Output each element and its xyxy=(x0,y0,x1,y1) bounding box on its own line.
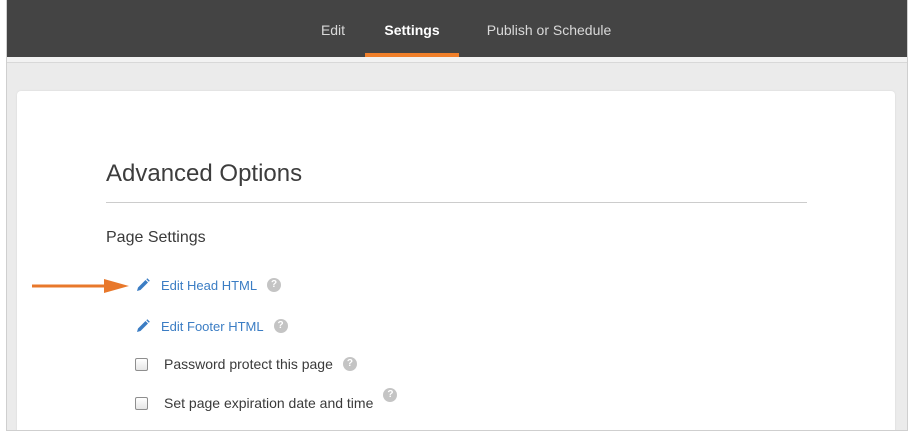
help-icon[interactable]: ? xyxy=(273,319,288,333)
pencil-icon xyxy=(137,278,150,291)
password-protect-label: Password protect this page xyxy=(164,356,333,372)
page-title: Advanced Options xyxy=(106,160,303,187)
pencil-icon xyxy=(137,319,150,332)
page-expiration-row: Set page expiration date and time ? xyxy=(135,388,398,411)
page-expiration-label: Set page expiration date and time xyxy=(164,395,374,411)
advanced-options-card: Advanced Options Page Settings Edit Head… xyxy=(17,91,895,430)
title-divider xyxy=(106,202,807,203)
help-icon[interactable]: ? xyxy=(342,357,357,371)
orange-arrow-icon xyxy=(32,279,129,293)
tab-settings[interactable]: Settings xyxy=(365,0,459,57)
top-nav-bar: Edit Settings Publish or Schedule xyxy=(7,0,907,57)
edit-head-html-link[interactable]: Edit Head HTML xyxy=(161,278,257,293)
page-expiration-checkbox[interactable] xyxy=(135,396,148,410)
edit-footer-html-link[interactable]: Edit Footer HTML xyxy=(161,319,264,334)
help-icon[interactable]: ? xyxy=(267,278,282,292)
password-protect-row: Password protect this page ? xyxy=(135,356,357,372)
tab-edit[interactable]: Edit xyxy=(303,0,363,57)
edit-footer-html-row: Edit Footer HTML ? xyxy=(135,318,288,334)
password-protect-checkbox[interactable] xyxy=(135,357,148,371)
help-icon[interactable]: ? xyxy=(383,388,398,402)
app-frame: Edit Settings Publish or Schedule Advanc… xyxy=(6,0,908,431)
section-title-page-settings: Page Settings xyxy=(106,229,206,246)
edit-head-html-row: Edit Head HTML ? xyxy=(135,277,282,293)
sub-toolbar xyxy=(7,57,907,63)
tab-publish-or-schedule[interactable]: Publish or Schedule xyxy=(467,0,631,57)
